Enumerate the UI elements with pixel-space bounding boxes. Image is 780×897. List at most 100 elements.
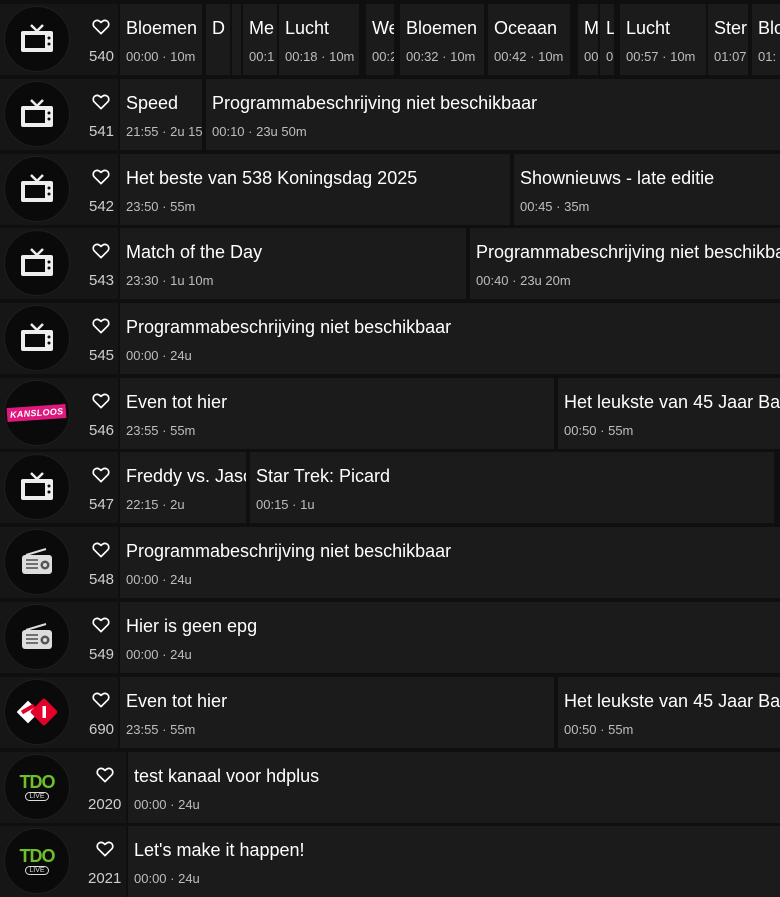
favorite-heart-icon[interactable] <box>92 392 110 410</box>
favorite-heart-icon[interactable] <box>92 168 110 186</box>
favorite-heart-icon[interactable] <box>92 466 110 484</box>
favorite-heart-icon[interactable] <box>92 616 110 634</box>
channel-info[interactable]: 549 <box>0 602 118 673</box>
program-title: L <box>606 18 614 38</box>
program-title: Programmabeschrijving niet beschikbaar <box>126 541 452 561</box>
program-title: Even tot hier <box>126 691 228 711</box>
program-cell[interactable]: Me 00:1 <box>243 4 277 75</box>
channel-info[interactable]: 548 <box>0 527 118 598</box>
logo-sub-text: LIVE <box>25 792 49 801</box>
program-cell[interactable]: Lucht 00:57 · 10m <box>620 4 706 75</box>
program-time: 01: <box>758 49 777 64</box>
program-cell[interactable]: D <box>206 4 230 75</box>
program-title: Match of the Day <box>126 242 263 262</box>
channel-info[interactable]: KANSLOOS 546 <box>0 378 118 449</box>
program-cell[interactable]: Freddy vs. Jason 22:15 · 2u <box>120 452 246 523</box>
program-cell[interactable]: Het beste van 538 Koningsdag 2025 23:50 ·… <box>120 154 510 225</box>
favorite-heart-icon[interactable] <box>96 840 114 858</box>
program-title: Freddy vs. Jason <box>126 466 246 486</box>
channel-row: 549 Hier is geen epg 00:00 · 24u <box>0 602 780 673</box>
program-title: M <box>584 18 598 38</box>
program-cell[interactable]: Even tot hier 23:55 · 55m <box>120 378 554 449</box>
program-cell[interactable]: Shownieuws - late editie 00:45 · 35m <box>514 154 780 225</box>
logo-text: KANSLOOS <box>6 403 68 423</box>
program-time: 00:50 · 55m <box>564 722 634 737</box>
program-time: 23:30 · 1u 10m <box>126 273 214 288</box>
channel-info[interactable]: 542 <box>0 154 118 225</box>
favorite-heart-icon[interactable] <box>92 541 110 559</box>
program-cell[interactable] <box>232 4 241 75</box>
radio-icon <box>4 529 70 595</box>
logo-sub-text: LIVE <box>25 866 49 875</box>
program-title: Programmabeschrijving niet beschikbaar <box>476 242 780 262</box>
program-title: Het leukste van 45 Jaar Bana <box>564 691 780 711</box>
program-cell[interactable]: Oceaan 00:42 · 10m <box>488 4 570 75</box>
program-cell[interactable]: We 00:2 <box>366 4 394 75</box>
program-cell[interactable]: Programmabeschrijving niet beschikbaar 00… <box>470 228 780 299</box>
program-title: Oceaan <box>494 18 558 38</box>
program-title: Shownieuws - late editie <box>520 168 715 188</box>
channel-info[interactable]: TDO LIVE 2021 <box>0 826 126 897</box>
program-cell[interactable]: Let's make it happen! 00:00 · 24u <box>128 826 780 897</box>
favorite-heart-icon[interactable] <box>92 242 110 260</box>
favorite-heart-icon[interactable] <box>92 317 110 335</box>
channel-row: 547 Freddy vs. Jason 22:15 · 2u Star Trek: … <box>0 452 780 523</box>
program-time: 0 <box>606 49 614 64</box>
program-cell[interactable]: test kanaal voor hdplus 00:00 · 24u <box>128 752 780 823</box>
program-cell[interactable]: Bloemen 00:00 · 10m <box>120 4 202 75</box>
program-time: 00:2 <box>372 49 394 64</box>
program-time: 00:42 · 10m <box>494 49 564 64</box>
program-cell[interactable]: Bloemen 00:32 · 10m <box>400 4 484 75</box>
channel-row: TDO LIVE 2021 Let's make it happen! 00:00 · … <box>0 826 780 897</box>
program-cell[interactable]: Ster 01:07 <box>708 4 748 75</box>
program-time: 00:45 · 35m <box>520 199 590 214</box>
program-title: Lucht <box>626 18 671 38</box>
program-time: 00:18 · 10m <box>285 49 355 64</box>
channel-row: KANSLOOS 546 Even tot hier 23:55 · 55m Het l… <box>0 378 780 449</box>
favorite-heart-icon[interactable] <box>92 691 110 709</box>
program-cell[interactable]: M 00 <box>578 4 598 75</box>
program-cell[interactable]: Match of the Day 23:30 · 1u 10m <box>120 228 466 299</box>
channel-info[interactable]: 540 <box>0 4 118 75</box>
channel-row: 548 Programmabeschrijving niet beschikbaa… <box>0 527 780 598</box>
program-cell[interactable]: Programmabeschrijving niet beschikbaar 00… <box>206 79 780 150</box>
program-cell[interactable]: Programmabeschrijving niet beschikbaar 00… <box>120 527 780 598</box>
channel-row: 540 Bloemen 00:00 · 10m D Me 00:1 Lucht 00:18 ·… <box>0 4 780 75</box>
channel-number: 549 <box>89 646 115 663</box>
program-cell[interactable]: Lucht 00:18 · 10m <box>279 4 359 75</box>
program-cell[interactable]: Programmabeschrijving niet beschikbaar 00… <box>120 303 780 374</box>
channel-number: 542 <box>89 198 115 215</box>
program-cell[interactable]: Blo 01: <box>752 4 780 75</box>
channel-number: 690 <box>89 721 115 738</box>
program-cell[interactable]: L0 <box>600 4 614 75</box>
program-cell[interactable]: Hier is geen epg 00:00 · 24u <box>120 602 780 673</box>
channel-number: 2021 <box>88 870 122 887</box>
program-title: Het leukste van 45 Jaar Bana <box>564 392 780 412</box>
program-time: 00:40 · 23u 20m <box>476 273 571 288</box>
program-cell[interactable]: Even tot hier 23:55 · 55m <box>120 677 554 748</box>
channel-info[interactable]: 543 <box>0 228 118 299</box>
channel-number: 543 <box>89 272 115 289</box>
channel-info[interactable]: 545 <box>0 303 118 374</box>
program-cell[interactable]: Het leukste van 45 Jaar Bana 00:50 · 55m <box>558 677 780 748</box>
channel-row: 545 Programmabeschrijving niet beschikbaa… <box>0 303 780 374</box>
program-cell[interactable]: Speed 21:55 · 2u 15 <box>120 79 202 150</box>
channel-info[interactable]: 690 <box>0 677 118 748</box>
program-time: 23:50 · 55m <box>126 199 196 214</box>
channel-info[interactable]: TDO LIVE 2020 <box>0 752 126 823</box>
channel-info[interactable]: 547 <box>0 452 118 523</box>
program-time: 00:10 · 23u 50m <box>212 124 307 139</box>
program-cell[interactable]: Star Trek: Picard 00:15 · 1u <box>250 452 774 523</box>
program-title: Hier is geen epg <box>126 616 258 636</box>
channel-row: 690 Even tot hier 23:55 · 55m Het leukste v… <box>0 677 780 748</box>
program-cell[interactable]: Het leukste van 45 Jaar Bana 00:50 · 55m <box>558 378 780 449</box>
favorite-heart-icon[interactable] <box>92 18 110 36</box>
program-title: D <box>212 18 225 38</box>
program-time: 00:57 · 10m <box>626 49 696 64</box>
program-time: 23:55 · 55m <box>126 722 196 737</box>
logo-text: TDO <box>19 846 56 866</box>
favorite-heart-icon[interactable] <box>92 93 110 111</box>
favorite-heart-icon[interactable] <box>96 766 114 784</box>
program-title: Programmabeschrijving niet beschikbaar <box>126 317 452 337</box>
channel-info[interactable]: 541 <box>0 79 118 150</box>
